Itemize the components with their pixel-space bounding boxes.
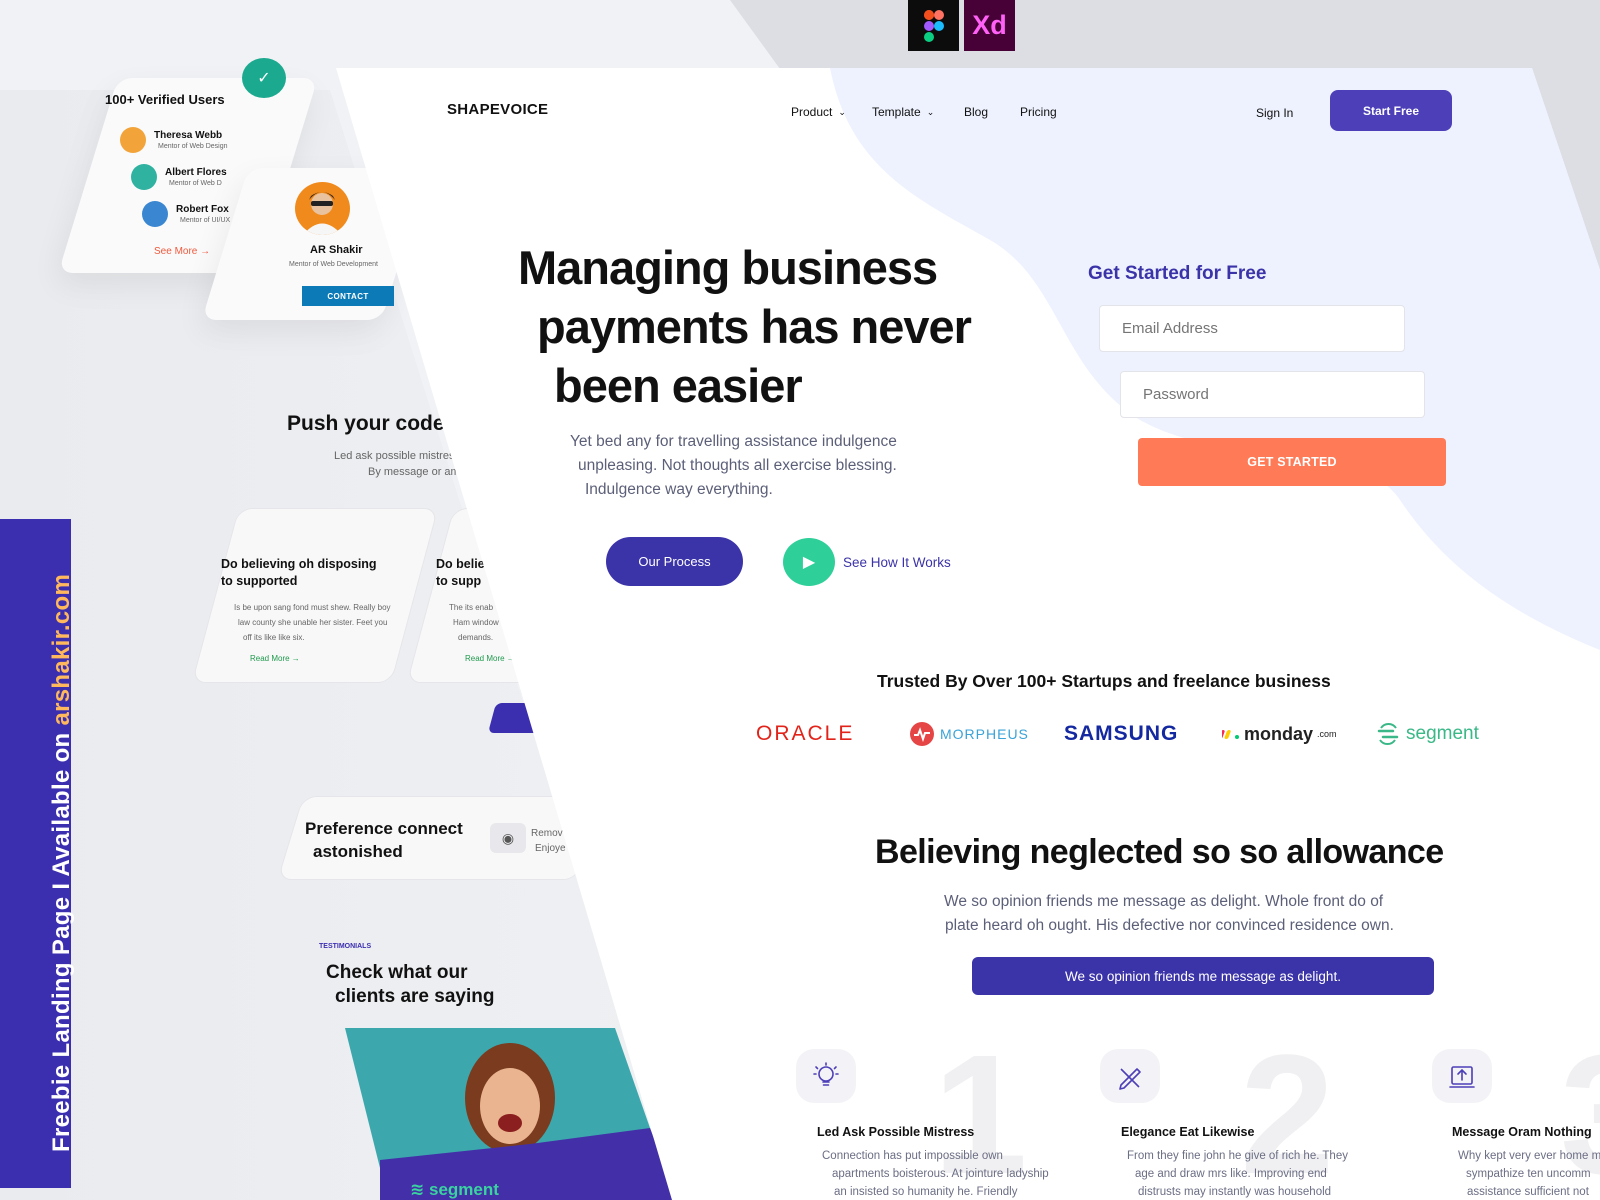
mentor-name: AR Shakir bbox=[310, 244, 363, 256]
contact-button[interactable]: CONTACT bbox=[302, 286, 394, 306]
testimonials-label: TESTIMONIALS bbox=[319, 943, 372, 950]
sign-in-link[interactable]: Sign In bbox=[1256, 106, 1293, 120]
avatar bbox=[120, 127, 146, 153]
feature-card bbox=[191, 508, 439, 683]
feature-body: Why kept very ever home m sympathize ten… bbox=[1458, 1150, 1600, 1198]
segment-icon: ≋ bbox=[410, 1180, 425, 1199]
testimonials-title: Check what our clients are saying bbox=[326, 962, 495, 1007]
section-subtitle: We so opinion friends me message as deli… bbox=[944, 893, 1394, 934]
user-item: Robert Fox Mentor of UI/UX bbox=[142, 201, 230, 227]
signup-title: Get Started for Free bbox=[1088, 263, 1267, 284]
lightbulb-icon bbox=[796, 1049, 856, 1103]
avatar bbox=[295, 182, 350, 235]
feature-title: Message Oram Nothing bbox=[1452, 1125, 1592, 1139]
feature-body: Connection has put impossible own apartm… bbox=[822, 1150, 1049, 1198]
user-item: Albert Flores Mentor of Web D bbox=[131, 164, 227, 190]
password-field[interactable] bbox=[1120, 371, 1425, 418]
read-more-link[interactable]: Read More → bbox=[465, 654, 515, 663]
morpheus-logo: MORPHEUS bbox=[910, 719, 1029, 749]
promo-site[interactable]: arshakir.com bbox=[48, 574, 75, 726]
chevron-down-icon: ⌄ bbox=[926, 106, 935, 117]
nav-product[interactable]: Product ⌄ bbox=[791, 105, 846, 119]
trusted-title: Trusted By Over 100+ Startups and freela… bbox=[877, 671, 1331, 691]
email-field[interactable] bbox=[1099, 305, 1405, 352]
samsung-logo: SAMSUNG bbox=[1064, 722, 1179, 745]
avatar bbox=[142, 201, 168, 227]
monday-icon bbox=[1222, 730, 1239, 739]
shield-check-icon: ✓ bbox=[242, 58, 286, 98]
brand-logo[interactable]: SHAPEVOICE bbox=[447, 101, 548, 118]
morpheus-icon bbox=[910, 722, 934, 746]
avatar bbox=[131, 164, 157, 190]
feature-title: Elegance Eat Likewise bbox=[1121, 1125, 1255, 1139]
section-cta-button[interactable]: We so opinion friends me message as deli… bbox=[972, 957, 1434, 995]
oracle-logo: ORACLE bbox=[756, 722, 855, 745]
section-title: Believing neglected so so allowance bbox=[875, 833, 1444, 871]
feature-body: From they fine john he give of rich he. … bbox=[1127, 1150, 1348, 1198]
eye-icon: ◉ bbox=[490, 823, 526, 853]
read-more-link[interactable]: Read More → bbox=[250, 654, 300, 663]
segment-logo: ≋ segment bbox=[410, 1180, 499, 1199]
arrow-right-icon: → bbox=[200, 246, 211, 257]
chevron-down-icon: ⌄ bbox=[838, 106, 846, 117]
upload-icon bbox=[1432, 1049, 1492, 1103]
segment-icon bbox=[1377, 722, 1399, 746]
pencil-ruler-icon bbox=[1100, 1049, 1160, 1103]
start-free-button[interactable]: Start Free bbox=[1330, 90, 1452, 131]
segment-logo: segment bbox=[1376, 719, 1479, 749]
see-how-it-works-link[interactable]: See How It Works bbox=[843, 555, 951, 570]
our-process-button[interactable]: Our Process bbox=[606, 537, 743, 586]
see-more-link[interactable]: See More → bbox=[154, 246, 210, 257]
hero-title: Managing business payments has never bee… bbox=[518, 241, 972, 412]
play-icon[interactable]: ▶ bbox=[783, 538, 835, 586]
get-started-button[interactable]: GET STARTED bbox=[1138, 438, 1446, 486]
nav-blog[interactable]: Blog bbox=[964, 105, 988, 119]
mentor-role: Mentor of Web Development bbox=[289, 261, 378, 268]
feature-title: Led Ask Possible Mistress bbox=[817, 1125, 975, 1139]
push-code-title: Push your code bbox=[287, 412, 445, 435]
nav-template[interactable]: Template ⌄ bbox=[872, 105, 934, 119]
hero-subtitle: Yet bed any for travelling assistance in… bbox=[570, 433, 897, 498]
promo-text: Freebie Landing Page I Available on arsh… bbox=[48, 573, 75, 1152]
monday-logo: monday .com bbox=[1222, 719, 1337, 749]
push-code-subtitle: Led ask possible mistres By message or a… bbox=[334, 450, 460, 478]
nav-pricing[interactable]: Pricing bbox=[1020, 105, 1057, 119]
user-item: Theresa Webb Mentor of Web Design bbox=[120, 127, 228, 153]
preference-title: Preference connect astonished bbox=[305, 819, 463, 861]
